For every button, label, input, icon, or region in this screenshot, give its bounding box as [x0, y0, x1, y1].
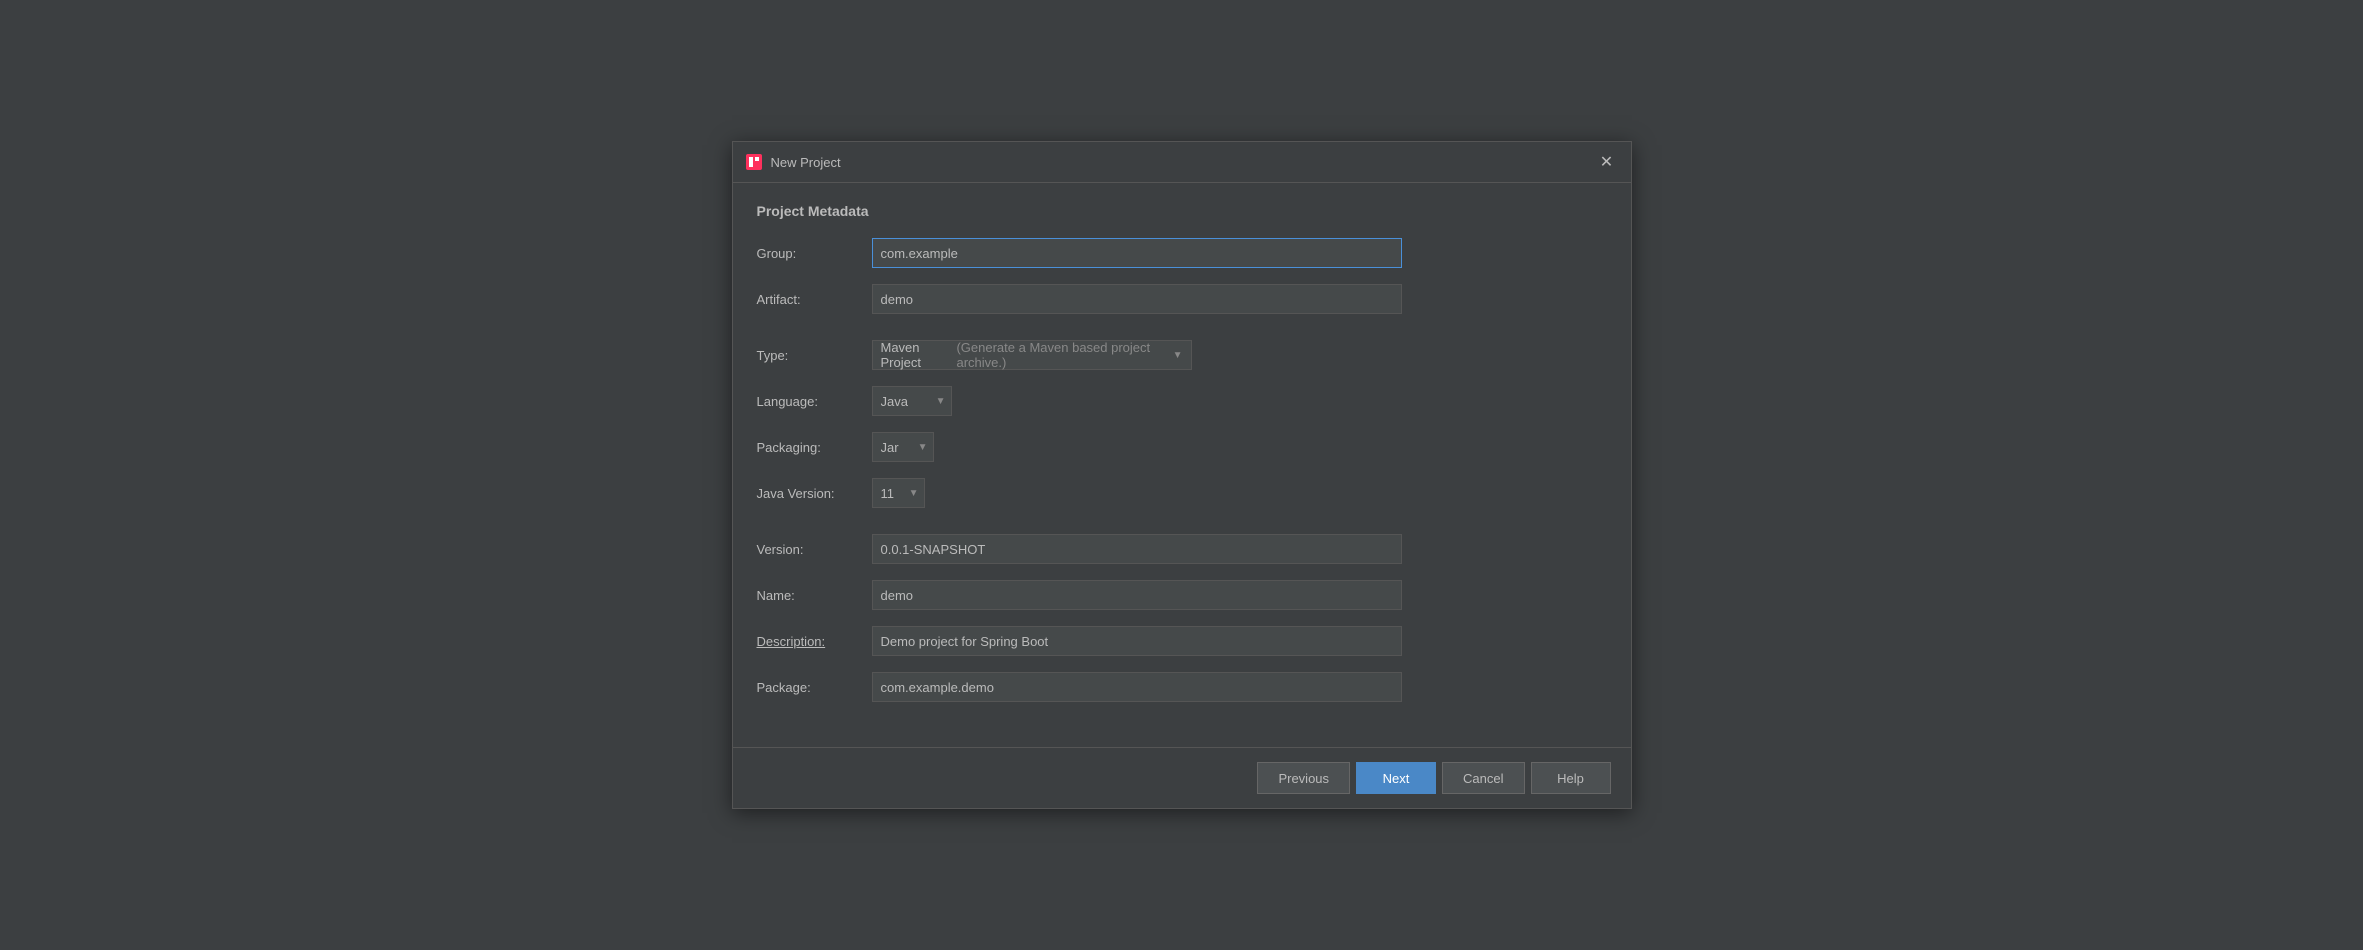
java-version-row: Java Version: 8 11 17 21 ▼ — [757, 477, 1607, 509]
language-label: Language: — [757, 394, 872, 409]
group-input[interactable] — [872, 238, 1402, 268]
name-input[interactable] — [872, 580, 1402, 610]
packaging-row: Packaging: Jar War ▼ — [757, 431, 1607, 463]
description-label: Description: — [757, 634, 872, 649]
dialog-footer: Previous Next Cancel Help — [733, 747, 1631, 808]
section-title: Project Metadata — [757, 203, 1607, 219]
type-value: Maven Project — [881, 340, 951, 370]
version-input[interactable] — [872, 534, 1402, 564]
packaging-select-wrapper: Jar War ▼ — [872, 432, 934, 462]
language-select[interactable]: Java Kotlin Groovy — [872, 386, 952, 416]
title-bar-left: New Project — [745, 153, 841, 171]
group-label: Group: — [757, 246, 872, 261]
package-row: Package: — [757, 671, 1607, 703]
title-bar: New Project ✕ — [733, 142, 1631, 183]
language-row: Language: Java Kotlin Groovy ▼ — [757, 385, 1607, 417]
name-row: Name: — [757, 579, 1607, 611]
close-button[interactable]: ✕ — [1595, 150, 1619, 174]
cancel-button[interactable]: Cancel — [1442, 762, 1524, 794]
description-row: Description: — [757, 625, 1607, 657]
package-input[interactable] — [872, 672, 1402, 702]
language-select-wrapper: Java Kotlin Groovy ▼ — [872, 386, 952, 416]
type-dropdown[interactable]: Maven Project (Generate a Maven based pr… — [872, 340, 1192, 370]
java-version-select[interactable]: 8 11 17 21 — [872, 478, 925, 508]
artifact-row: Artifact: — [757, 283, 1607, 315]
name-label: Name: — [757, 588, 872, 603]
dialog-content: Project Metadata Group: Artifact: Type: … — [733, 183, 1631, 737]
help-button[interactable]: Help — [1531, 762, 1611, 794]
new-project-dialog: New Project ✕ Project Metadata Group: Ar… — [732, 141, 1632, 809]
previous-button[interactable]: Previous — [1257, 762, 1350, 794]
type-dropdown-arrow: ▼ — [1173, 350, 1183, 361]
app-icon — [745, 153, 763, 171]
java-version-select-wrapper: 8 11 17 21 ▼ — [872, 478, 925, 508]
type-label: Type: — [757, 348, 872, 363]
package-label: Package: — [757, 680, 872, 695]
type-row: Type: Maven Project (Generate a Maven ba… — [757, 339, 1607, 371]
dialog-title: New Project — [771, 155, 841, 170]
packaging-select[interactable]: Jar War — [872, 432, 934, 462]
next-button[interactable]: Next — [1356, 762, 1436, 794]
java-version-label: Java Version: — [757, 486, 872, 501]
packaging-label: Packaging: — [757, 440, 872, 455]
group-row: Group: — [757, 237, 1607, 269]
version-row: Version: — [757, 533, 1607, 565]
description-input[interactable] — [872, 626, 1402, 656]
version-label: Version: — [757, 542, 872, 557]
artifact-label: Artifact: — [757, 292, 872, 307]
type-desc: (Generate a Maven based project archive.… — [956, 340, 1164, 370]
artifact-input[interactable] — [872, 284, 1402, 314]
